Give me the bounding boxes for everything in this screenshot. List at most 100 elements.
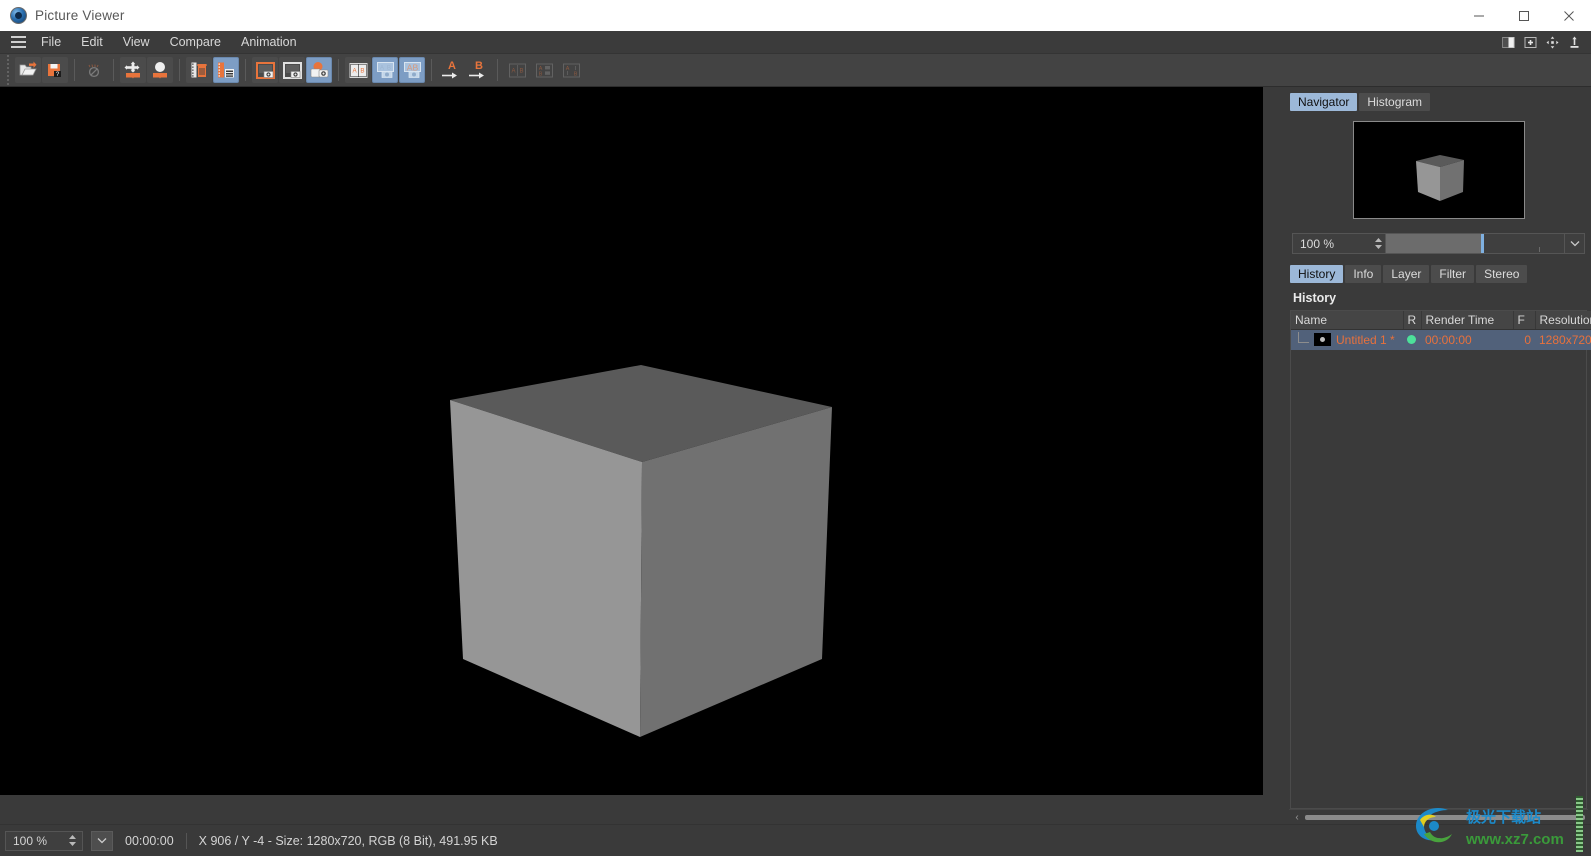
tab-filter[interactable]: Filter [1431,265,1475,283]
toolbar-group-file: ? [12,57,71,83]
menu-bar: File Edit View Compare Animation [0,31,1591,54]
cell-render-time: 00:00:00 [1421,329,1513,350]
zoom-slider-handle[interactable] [1481,234,1484,253]
move-to-picture-button[interactable] [120,57,146,83]
swap-ab-button[interactable]: A B [504,57,530,83]
column-header-resolution[interactable]: Resolution [1535,311,1591,330]
render-to-picture-button[interactable] [147,57,173,83]
toolbar-separator [245,59,246,81]
compare-ab-button[interactable] [306,57,332,83]
minimize-icon[interactable] [1456,0,1501,31]
svg-text:B: B [573,71,577,77]
svg-text:A: A [448,60,456,72]
chevron-down-icon[interactable] [1564,234,1584,253]
scroll-thumb[interactable] [1305,814,1585,820]
toolbar-separator [113,59,114,81]
column-header-name[interactable]: Name [1291,311,1404,330]
dock-panel-icon[interactable] [1567,35,1582,50]
zoom-slider-fill [1386,234,1483,253]
menu-compare[interactable]: Compare [160,31,231,54]
window-title: Picture Viewer [35,8,125,23]
toolbar-group-transfer [117,57,176,83]
tab-navigator[interactable]: Navigator [1290,93,1358,111]
svg-text:B: B [475,60,483,72]
menu-animation[interactable]: Animation [231,31,307,54]
toolbar-separator [431,59,432,81]
status-zoom-field[interactable]: 100 % [5,830,83,851]
ab-side-by-side-button[interactable]: A B [345,57,371,83]
picture-viewer-window: Picture Viewer File Edit View Compare An… [0,0,1591,856]
right-dock: Navigator Histogram 100 % History Info L… [1285,87,1591,824]
chevron-left-icon[interactable]: ‹ [1292,812,1302,823]
ab-single-a-button[interactable]: A B [372,57,398,83]
history-table: Name R Render Time F Resolution Untitled… [1291,311,1591,350]
svg-text:B: B [386,64,390,71]
toolbar-separator [74,59,75,81]
image-viewport[interactable] [0,87,1285,824]
history-horizontal-scrollbar[interactable]: ‹ [1289,809,1588,824]
toolbar-separator [179,59,180,81]
window-controls [1456,0,1591,31]
history-tabs: History Info Layer Filter Stereo [1289,263,1588,283]
history-panel: History Info Layer Filter Stereo History [1289,263,1591,824]
menu-view[interactable]: View [113,31,160,54]
tab-layer[interactable]: Layer [1383,265,1430,283]
zoom-slider-tick [1539,247,1540,252]
toolbar-group-filmstrip [183,57,242,83]
column-header-f[interactable]: F [1513,311,1536,330]
ab-grid-button[interactable]: A B [531,57,557,83]
tab-history[interactable]: History [1290,265,1344,283]
delete-frame-button[interactable] [186,57,212,83]
history-item-name: Untitled 1 * [1336,332,1395,347]
navigator-cube-thumb [1415,155,1464,201]
status-separator [185,832,187,849]
cube-right-face [640,407,832,737]
set-b-image-button[interactable] [279,57,305,83]
chevron-down-icon[interactable] [91,830,113,851]
scroll-track[interactable] [1305,814,1585,820]
spinner-updown-icon[interactable] [1371,234,1385,253]
move-panel-icon[interactable] [1545,35,1560,50]
open-image-button[interactable] [15,57,41,83]
hamburger-menu-icon[interactable] [5,36,31,48]
maximize-icon[interactable] [1501,0,1546,31]
assign-b-button[interactable]: B [465,57,491,83]
history-header-row: Name R Render Time F Resolution [1291,311,1591,330]
set-a-image-button[interactable] [252,57,278,83]
navigator-zoom-value[interactable]: 100 % [1293,234,1371,253]
tab-info[interactable]: Info [1345,265,1382,283]
toolbar-group-assign: A B [435,57,494,83]
menubar-right-icons [1501,35,1591,50]
tab-histogram[interactable]: Histogram [1359,93,1431,111]
assign-a-button[interactable]: A [438,57,464,83]
cell-name[interactable]: Untitled 1 * [1291,329,1403,350]
render-thumbnail-icon [1314,333,1331,347]
workspace: Navigator Histogram 100 % History Info L… [0,87,1591,824]
render-canvas[interactable] [0,87,1263,795]
toolbar-grip[interactable] [3,55,12,85]
menu-file[interactable]: File [31,31,71,54]
add-panel-icon[interactable] [1523,35,1538,50]
column-header-r[interactable]: R [1403,311,1422,330]
svg-text:B: B [360,67,364,74]
menu-edit[interactable]: Edit [71,31,113,54]
navigator-thumbnail[interactable] [1352,121,1525,219]
ab-single-b-button[interactable]: AB [399,57,425,83]
svg-text:A: A [565,65,569,71]
close-icon[interactable] [1546,0,1591,31]
status-info: X 906 / Y -4 - Size: 1280x720, RGB (8 Bi… [198,833,498,848]
clear-render-button[interactable] [81,57,107,83]
navigator-zoom-slider[interactable] [1385,234,1564,253]
history-list[interactable]: Name R Render Time F Resolution Untitled… [1290,310,1591,809]
tab-stereo[interactable]: Stereo [1476,265,1528,283]
column-header-render-time[interactable]: Render Time [1421,311,1514,330]
table-row[interactable]: Untitled 1 * 00:00:00 0 1280x720 [1291,329,1591,350]
split-layout-icon[interactable] [1501,35,1516,50]
toolbar-separator [338,59,339,81]
save-image-button[interactable]: ? [42,57,68,83]
toolbar-group-ab-layout: A B A B AB [342,57,428,83]
filmstrip-button[interactable] [213,57,239,83]
cell-frames: 0 [1513,329,1535,350]
spinner-updown-icon[interactable] [65,834,79,847]
ab-stack-button[interactable]: A B [558,57,584,83]
